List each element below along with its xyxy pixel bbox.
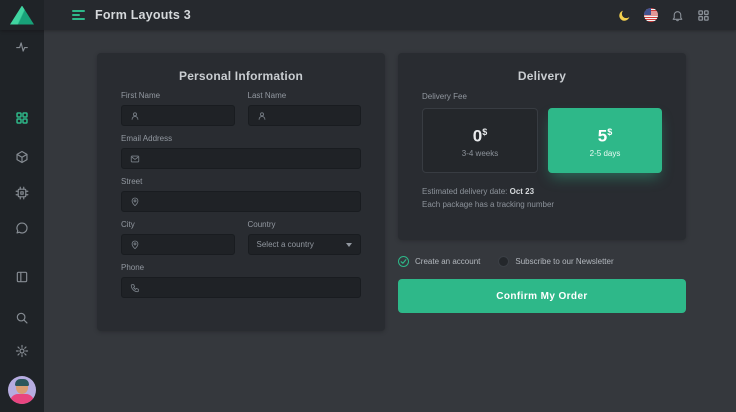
last-name-field-wrap (248, 105, 362, 126)
settings-gear-icon[interactable] (15, 344, 29, 358)
first-name-input[interactable] (145, 111, 228, 121)
country-label: Country (248, 220, 362, 230)
grid-apps-icon[interactable] (697, 9, 710, 22)
newsletter-checkbox[interactable]: Subscribe to our Newsletter (498, 256, 613, 267)
delivery-duration: 2-5 days (590, 149, 621, 158)
main-content: Personal Information First Name (44, 30, 736, 412)
person-icon (130, 111, 140, 121)
book-layout-icon[interactable] (15, 270, 29, 284)
checkbox-checked-icon (398, 256, 409, 267)
delivery-price: 5$ (598, 123, 612, 146)
country-select-value: Select a country (255, 240, 314, 249)
map-pin-icon (130, 197, 140, 207)
checkbox-unchecked-icon (498, 256, 509, 267)
activity-icon[interactable] (15, 40, 29, 54)
chat-bubble-icon[interactable] (15, 221, 29, 235)
street-label: Street (121, 177, 361, 187)
sidebar-toggle-menu-icon[interactable] (72, 10, 85, 20)
cpu-chip-icon[interactable] (15, 186, 29, 200)
page-title: Form Layouts 3 (95, 8, 191, 22)
email-input[interactable] (145, 154, 354, 164)
delivery-fee-options: 0$ 3-4 weeks 5$ 2-5 days (422, 108, 662, 173)
delivery-duration: 3-4 weeks (462, 149, 498, 158)
last-name-label: Last Name (248, 91, 362, 101)
bell-notifications-icon[interactable] (671, 9, 684, 22)
left-sidebar (0, 30, 44, 412)
delivery-fee-label: Delivery Fee (422, 92, 662, 102)
newsletter-label: Subscribe to our Newsletter (515, 257, 613, 266)
search-icon[interactable] (15, 311, 29, 325)
person-icon (257, 111, 267, 121)
delivery-price: 0$ (473, 123, 487, 146)
keypad-grid-icon[interactable] (15, 111, 29, 125)
tracking-note: Each package has a tracking number (422, 199, 662, 210)
create-account-checkbox[interactable]: Create an account (398, 256, 480, 267)
header-actions (618, 8, 736, 22)
personal-information-card: Personal Information First Name (97, 53, 385, 331)
order-options-row: Create an account Subscribe to our Newsl… (398, 256, 686, 267)
app-logo[interactable] (0, 0, 44, 30)
city-label: City (121, 220, 235, 230)
first-name-field-wrap (121, 105, 235, 126)
delivery-card: Delivery Delivery Fee 0$ 3-4 weeks 5$ 2-… (398, 53, 686, 240)
moon-theme-icon[interactable] (618, 9, 631, 22)
app-window: Form Layouts 3 (0, 0, 736, 412)
phone-label: Phone (121, 263, 361, 273)
delivery-option-standard[interactable]: 0$ 3-4 weeks (422, 108, 538, 173)
estimated-date-value: Oct 23 (510, 187, 534, 196)
cube-icon[interactable] (15, 150, 29, 164)
envelope-icon (130, 154, 140, 164)
country-select[interactable]: Select a country (248, 234, 362, 255)
street-input[interactable] (145, 197, 354, 207)
delivery-option-express[interactable]: 5$ 2-5 days (548, 108, 662, 173)
us-flag-language-icon[interactable] (644, 8, 658, 22)
phone-field-wrap (121, 277, 361, 298)
triangle-logo-icon (10, 6, 34, 25)
last-name-input[interactable] (272, 111, 355, 121)
street-field-wrap (121, 191, 361, 212)
create-account-label: Create an account (415, 257, 480, 266)
city-field-wrap (121, 234, 235, 255)
delivery-column: Delivery Delivery Fee 0$ 3-4 weeks 5$ 2-… (398, 53, 686, 313)
first-name-label: First Name (121, 91, 235, 101)
delivery-title: Delivery (398, 53, 686, 83)
phone-input[interactable] (145, 283, 354, 293)
estimated-delivery-date: Estimated delivery date: Oct 23 (422, 186, 662, 197)
phone-icon (130, 283, 140, 293)
email-label: Email Address (121, 134, 361, 144)
confirm-order-button[interactable]: Confirm My Order (398, 279, 686, 313)
city-input[interactable] (145, 240, 228, 250)
user-avatar[interactable] (8, 376, 36, 404)
personal-information-title: Personal Information (97, 53, 385, 83)
top-header-bar: Form Layouts 3 (0, 0, 736, 30)
chevron-down-icon (346, 243, 352, 247)
map-pin-icon (130, 240, 140, 250)
email-field-wrap (121, 148, 361, 169)
